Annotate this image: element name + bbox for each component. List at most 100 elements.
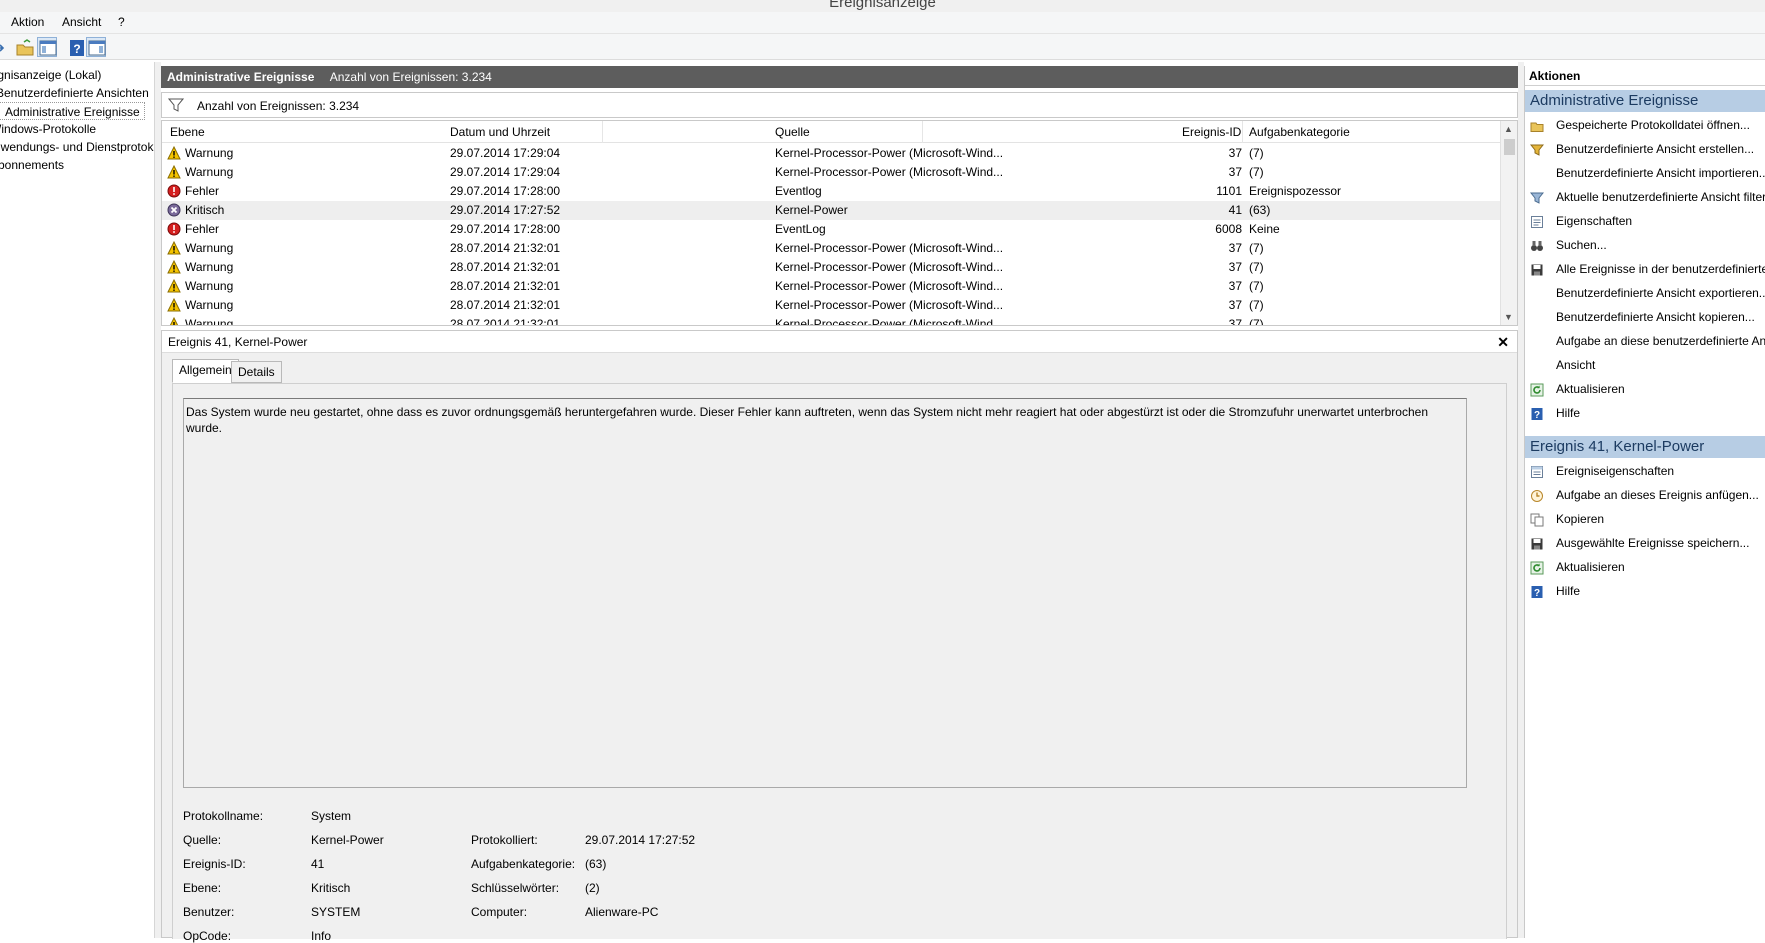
warning-icon bbox=[167, 260, 181, 275]
action-label: Hilfe bbox=[1556, 406, 1581, 420]
save-icon bbox=[1530, 536, 1544, 550]
action-item[interactable]: Ansicht bbox=[1525, 354, 1765, 376]
user-label: Benutzer: bbox=[183, 905, 235, 919]
table-row[interactable]: Warnung 28.07.2014 21:32:01 Kernel-Process… bbox=[162, 258, 1502, 277]
menu-help[interactable]: ? bbox=[115, 15, 128, 29]
console-tree-icon[interactable] bbox=[37, 37, 57, 57]
scroll-up-icon[interactable]: ▲ bbox=[1504, 124, 1513, 134]
event-properties-icon bbox=[1530, 464, 1544, 478]
open-folder-icon[interactable] bbox=[14, 37, 34, 57]
cell-datetime: 28.07.2014 21:32:01 bbox=[450, 298, 561, 312]
tree-item-subscriptions[interactable]: Abonnements bbox=[0, 156, 64, 174]
col-header-datetime[interactable]: Datum und Uhrzeit bbox=[450, 125, 550, 139]
col-header-task-category[interactable]: Aufgabenkategorie bbox=[1249, 125, 1350, 139]
action-label: Aktualisieren bbox=[1556, 560, 1625, 574]
col-header-source[interactable]: Quelle bbox=[775, 125, 810, 139]
warning-icon bbox=[167, 298, 181, 313]
cell-level: Warnung bbox=[185, 279, 234, 293]
table-row[interactable]: Kritisch 29.07.2014 17:27:52 Kernel-Power 4… bbox=[162, 201, 1502, 220]
action-pane-icon[interactable] bbox=[86, 37, 106, 57]
cell-source: Kernel-Processor-Power (Microsoft-Wind..… bbox=[775, 298, 1004, 312]
action-item[interactable]: Benutzerdefinierte Ansicht kopieren... bbox=[1525, 306, 1765, 328]
action-label: Kopieren bbox=[1556, 512, 1605, 526]
filter-bar: Anzahl von Ereignissen: 3.234 bbox=[161, 92, 1518, 118]
action-item[interactable]: Benutzerdefinierte Ansicht exportieren..… bbox=[1525, 282, 1765, 304]
scroll-thumb[interactable] bbox=[1504, 139, 1515, 155]
menu-aktion[interactable]: Aktion bbox=[8, 15, 47, 29]
cell-event-id: 37 bbox=[1228, 279, 1242, 293]
table-row[interactable]: Warnung 28.07.2014 21:32:01 Kernel-Process… bbox=[162, 277, 1502, 296]
action-item[interactable]: Aktualisieren bbox=[1525, 556, 1765, 578]
column-divider[interactable] bbox=[1242, 121, 1243, 143]
view-header: Administrative Ereignisse Anzahl von Ere… bbox=[161, 66, 1518, 88]
menu-ansicht[interactable]: Ansicht bbox=[59, 15, 104, 29]
action-item[interactable]: Eigenschaften bbox=[1525, 210, 1765, 232]
error-icon bbox=[167, 184, 181, 199]
tree-item-custom-views[interactable]: Benutzerdefinierte Ansichten bbox=[0, 84, 149, 102]
action-item[interactable]: Aufgabe an dieses Ereignis anfügen... bbox=[1525, 484, 1765, 506]
cell-task-category: (7) bbox=[1249, 298, 1264, 312]
action-label: Aufgabe an dieses Ereignis anfügen... bbox=[1556, 488, 1759, 502]
actions-section-administrative-events[interactable]: Administrative Ereignisse bbox=[1525, 90, 1765, 112]
col-header-event-id[interactable]: Ereignis-ID bbox=[1182, 125, 1241, 139]
tree-item-administrative-events[interactable]: Administrative Ereignisse bbox=[0, 102, 145, 120]
forward-icon[interactable] bbox=[0, 37, 8, 57]
cell-task-category: (7) bbox=[1249, 146, 1264, 160]
table-row[interactable]: Warnung 28.07.2014 21:32:01 Kernel-Process… bbox=[162, 296, 1502, 315]
cell-datetime: 28.07.2014 21:32:01 bbox=[450, 317, 561, 326]
table-row[interactable]: Warnung 28.07.2014 21:32:01 Kernel-Process… bbox=[162, 315, 1502, 326]
action-item[interactable]: Benutzerdefinierte Ansicht erstellen... bbox=[1525, 138, 1765, 160]
scroll-down-icon[interactable]: ▼ bbox=[1504, 312, 1513, 322]
cell-event-id: 41 bbox=[1228, 203, 1242, 217]
tab-details[interactable]: Details bbox=[231, 361, 282, 383]
tree-item-root[interactable]: eignisanzeige (Lokal) bbox=[0, 66, 101, 84]
action-label: Alle Ereignisse in der benutzerdefiniert… bbox=[1556, 262, 1765, 276]
event-description[interactable]: Das System wurde neu gestartet, ohne das… bbox=[183, 398, 1467, 788]
cell-source: Kernel-Processor-Power (Microsoft-Wind..… bbox=[775, 241, 1004, 255]
col-header-level[interactable]: Ebene bbox=[170, 125, 205, 139]
tree-item-windows-logs[interactable]: Windows-Protokolle bbox=[0, 120, 96, 138]
table-row[interactable]: Warnung 28.07.2014 21:32:01 Kernel-Process… bbox=[162, 239, 1502, 258]
action-item[interactable]: Kopieren bbox=[1525, 508, 1765, 530]
actions-section-event[interactable]: Ereignis 41, Kernel-Power bbox=[1525, 436, 1765, 458]
action-item[interactable]: Ereigniseigenschaften bbox=[1525, 460, 1765, 482]
table-row[interactable]: Fehler 29.07.2014 17:28:00 Eventlog 1101 Ere… bbox=[162, 182, 1502, 201]
cell-event-id: 1101 bbox=[1216, 184, 1242, 198]
action-item[interactable]: Ausgewählte Ereignisse speichern... bbox=[1525, 532, 1765, 554]
task-category-value: (63) bbox=[585, 857, 607, 871]
action-label: Aktualisieren bbox=[1556, 382, 1625, 396]
action-item[interactable]: Suchen... bbox=[1525, 234, 1765, 256]
action-item[interactable]: ? Hilfe bbox=[1525, 402, 1765, 424]
action-item[interactable]: Gespeicherte Protokolldatei öffnen... bbox=[1525, 114, 1765, 136]
tab-general[interactable]: Allgemein bbox=[172, 359, 239, 383]
help-icon[interactable]: ? bbox=[66, 37, 86, 57]
column-divider[interactable] bbox=[922, 121, 923, 143]
cell-level: Fehler bbox=[185, 184, 220, 198]
close-icon[interactable]: ✕ bbox=[1497, 331, 1509, 353]
actions-header: Aktionen bbox=[1525, 66, 1765, 86]
help-icon: ? bbox=[1530, 406, 1544, 421]
column-divider[interactable] bbox=[602, 121, 603, 143]
cell-level: Warnung bbox=[185, 241, 234, 255]
action-item[interactable]: Aktualisieren bbox=[1525, 378, 1765, 400]
table-row[interactable]: Warnung 29.07.2014 17:29:04 Kernel-Process… bbox=[162, 144, 1502, 163]
log-name-label: Protokollname: bbox=[183, 809, 264, 823]
table-row[interactable]: Warnung 29.07.2014 17:29:04 Kernel-Process… bbox=[162, 163, 1502, 182]
tree-item-app-service-logs[interactable]: Anwendungs- und Dienstprotokolle bbox=[0, 138, 154, 156]
cell-datetime: 29.07.2014 17:29:04 bbox=[450, 146, 561, 160]
tree-item-label: Administrative Ereignisse bbox=[5, 105, 140, 119]
cell-task-category: (63) bbox=[1249, 203, 1271, 217]
action-item[interactable]: Alle Ereignisse in der benutzerdefiniert… bbox=[1525, 258, 1765, 280]
toolbar: ? bbox=[0, 34, 1765, 60]
open-folder-icon bbox=[1530, 118, 1544, 132]
action-item[interactable]: Aufgabe an diese benutzerdefinierte Ansi… bbox=[1525, 330, 1765, 352]
cell-datetime: 28.07.2014 21:32:01 bbox=[450, 279, 561, 293]
table-row[interactable]: Fehler 29.07.2014 17:28:00 EventLog 6008 Kei… bbox=[162, 220, 1502, 239]
action-item[interactable]: Benutzerdefinierte Ansicht importieren..… bbox=[1525, 162, 1765, 184]
action-item[interactable]: ? Hilfe bbox=[1525, 580, 1765, 602]
vertical-scrollbar[interactable]: ▲ ▼ bbox=[1500, 121, 1517, 325]
tab-panel-general: Das System wurde neu gestartet, ohne das… bbox=[172, 383, 1507, 943]
action-label: Benutzerdefinierte Ansicht exportieren..… bbox=[1556, 286, 1765, 300]
action-item[interactable]: Aktuelle benutzerdefinierte Ansicht filt… bbox=[1525, 186, 1765, 208]
create-filter-icon bbox=[1529, 142, 1545, 156]
